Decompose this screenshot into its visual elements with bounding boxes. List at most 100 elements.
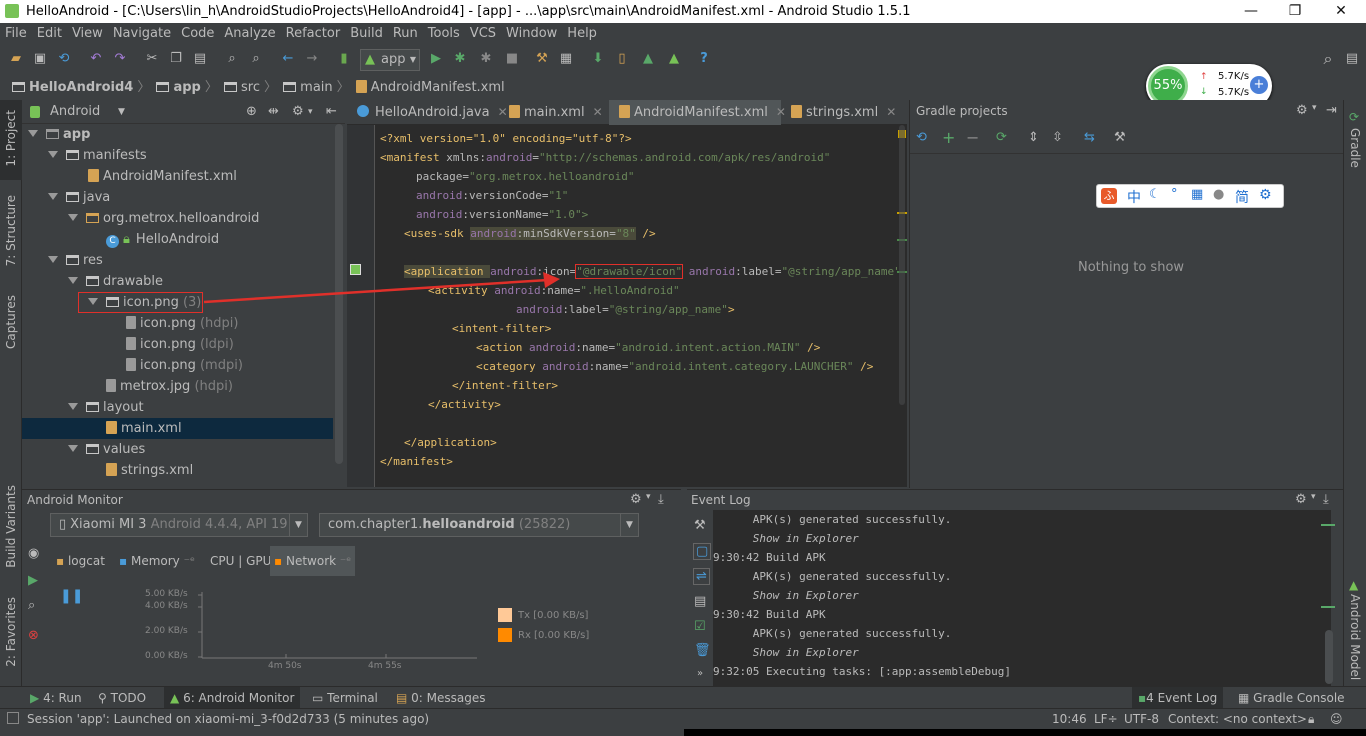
help-icon[interactable]: ? xyxy=(696,51,712,67)
forward-icon[interactable]: → xyxy=(304,51,320,67)
expand-arrow-icon[interactable] xyxy=(68,277,78,284)
menu-tools[interactable]: Tools xyxy=(423,23,465,45)
replace-icon[interactable]: ⌕ xyxy=(248,51,264,67)
tool-tab-captures[interactable]: Captures xyxy=(4,295,18,349)
settings-gear-icon[interactable]: ⚙ xyxy=(1295,492,1307,507)
collapse-all-icon[interactable]: ⇳ xyxy=(1052,130,1063,145)
expand-arrow-icon[interactable] xyxy=(68,445,78,452)
add-icon[interactable]: + xyxy=(942,128,955,147)
expand-arrow-icon[interactable] xyxy=(48,193,58,200)
tree-scrollbar[interactable] xyxy=(335,124,343,464)
menu-build[interactable]: Build xyxy=(345,23,388,45)
chevron-down-icon[interactable]: ▼ xyxy=(118,100,125,124)
tree-node-java[interactable]: java xyxy=(48,187,110,208)
gradle-sync-icon[interactable]: ⬇ xyxy=(590,51,606,67)
run-icon[interactable]: ▶ xyxy=(428,51,444,67)
close-tab-icon[interactable]: ✕ xyxy=(593,105,603,119)
ime-chinese-mode[interactable]: 中 xyxy=(1127,187,1141,207)
screen-record-icon[interactable]: ▶ xyxy=(28,573,38,588)
tool-tab-structure[interactable]: 7: Structure xyxy=(4,195,18,266)
tool-tab-android-model[interactable]: Android Model xyxy=(1348,594,1362,680)
menu-run[interactable]: Run xyxy=(388,23,423,45)
clear-all-icon[interactable]: 🗑︎ xyxy=(694,643,711,658)
tree-node-values[interactable]: values xyxy=(68,439,145,460)
expand-arrow-icon[interactable] xyxy=(68,403,78,410)
make-project-icon[interactable]: ▮ xyxy=(336,51,352,67)
menu-file[interactable]: File xyxy=(0,23,32,45)
layout-icon[interactable]: ▤ xyxy=(1344,51,1360,67)
terminate-app-icon[interactable]: ⊗ xyxy=(28,628,39,643)
tool-tab-messages[interactable]: ▤ 0: Messages xyxy=(396,687,486,709)
settings-gear-icon[interactable]: ⚙ xyxy=(630,492,642,507)
expand-arrow-icon[interactable] xyxy=(68,214,78,221)
editor-error-stripe[interactable] xyxy=(897,125,907,487)
hide-panel-icon[interactable]: ⤓ xyxy=(658,492,664,507)
moon-icon[interactable]: ☾ xyxy=(1149,187,1161,202)
restore-button[interactable]: ❐ xyxy=(1272,0,1318,23)
editor-gutter[interactable]: 💡︎ xyxy=(347,125,394,487)
chevron-down-icon[interactable]: ▾ xyxy=(646,492,651,502)
android-icon[interactable]: ▲ xyxy=(666,51,682,67)
collapse-all-icon[interactable]: ⇹ xyxy=(268,100,279,124)
soft-wrap-icon[interactable]: ⇌ xyxy=(693,568,710,585)
chevron-down-icon[interactable]: ▾ xyxy=(1311,492,1316,502)
back-icon[interactable]: ← xyxy=(280,51,296,67)
menu-edit[interactable]: Edit xyxy=(32,23,67,45)
show-in-explorer-link[interactable]: Show in Explorer xyxy=(713,643,859,662)
mark-read-icon[interactable]: ▢ xyxy=(693,543,712,560)
tree-node-icon-ldpi[interactable]: icon.png (ldpi) xyxy=(126,334,234,355)
tree-node-helloandroid-class[interactable]: C 🔒︎ HelloAndroid xyxy=(106,229,219,250)
tree-node-strings-xml[interactable]: strings.xml xyxy=(106,460,193,481)
hide-panel-icon[interactable]: ⤓ xyxy=(1323,492,1329,507)
menu-view[interactable]: View xyxy=(67,23,108,45)
plus-icon[interactable]: + xyxy=(1250,76,1268,94)
tool-windows-icon[interactable] xyxy=(7,712,19,724)
ime-toolbar[interactable]: ふ 中 ☾ ° ▦ ● 简 ⚙ xyxy=(1096,184,1284,208)
tree-node-metrox[interactable]: metrox.jpg (hdpi) xyxy=(106,376,233,397)
tree-node-package[interactable]: org.metrox.helloandroid xyxy=(68,208,259,229)
settings-gear-icon[interactable]: ⚙ xyxy=(1259,187,1272,203)
settings-gear-icon[interactable]: ⚙ xyxy=(292,100,304,124)
tab-main-xml[interactable]: main.xml ✕ xyxy=(499,100,609,125)
hide-panel-icon[interactable]: ⇥ xyxy=(1326,103,1337,118)
tool-tab-favorites[interactable]: 2: Favorites xyxy=(4,597,18,667)
execute-task-icon[interactable]: ⟳ xyxy=(996,130,1007,145)
link-icon[interactable]: ⇆ xyxy=(1084,130,1095,145)
expand-arrow-icon[interactable] xyxy=(48,256,58,263)
avd-manager-icon[interactable]: ▯ xyxy=(614,51,630,67)
tree-node-manifests[interactable]: manifests xyxy=(48,145,147,166)
tool-tab-terminal[interactable]: ▭ Terminal xyxy=(312,687,378,709)
refresh-icon[interactable]: ⟲ xyxy=(916,130,927,145)
system-info-icon[interactable]: ⌕ xyxy=(28,598,35,613)
user-icon[interactable]: ● xyxy=(1213,187,1224,202)
event-log-content[interactable]: APK(s) generated successfully. Show in E… xyxy=(713,510,1335,686)
open-folder-icon[interactable]: ▰ xyxy=(8,51,24,67)
close-tab-icon[interactable]: ✕ xyxy=(886,105,896,119)
code-editor[interactable]: <?xml version="1.0" encoding="utf-8"?> <… xyxy=(375,125,897,487)
paste-icon[interactable]: ▤ xyxy=(192,51,208,67)
tab-network[interactable]: ▪ Network ⁻ᵉ xyxy=(270,546,356,576)
stop-icon[interactable]: ■ xyxy=(504,51,520,67)
sync-icon[interactable]: ⟲ xyxy=(56,51,72,67)
chevron-down-icon[interactable]: ▾ xyxy=(308,100,313,124)
scroll-to-end-icon[interactable]: ▤ xyxy=(694,594,706,609)
project-structure-icon[interactable]: ⚒ xyxy=(534,51,550,67)
device-select[interactable]: ▯ Xiaomi MI 3 Android 4.4.4, API 19 ▼ xyxy=(50,513,308,537)
tool-tab-todo[interactable]: ⚲ TODO xyxy=(98,687,146,709)
minimize-button[interactable]: — xyxy=(1228,0,1274,23)
breadcrumb-src[interactable]: src xyxy=(222,76,264,100)
caret-position[interactable]: 10:46 xyxy=(1052,709,1087,729)
tree-node-icon-hdpi[interactable]: icon.png (hdpi) xyxy=(126,313,238,334)
settings-wrench-icon[interactable]: ⚒ xyxy=(694,518,706,533)
ime-simplified[interactable]: 简 xyxy=(1235,187,1249,207)
tab-androidmanifest-xml[interactable]: AndroidManifest.xml ✕ xyxy=(609,100,786,125)
breadcrumb-file[interactable]: AndroidManifest.xml xyxy=(354,76,509,100)
menu-vcs[interactable]: VCS xyxy=(465,23,501,45)
check-icon[interactable]: ☑ xyxy=(694,619,706,634)
tool-tab-android-monitor[interactable]: ▲ 6: Android Monitor xyxy=(164,687,301,709)
attach-debugger-icon[interactable]: ✱ xyxy=(478,51,494,67)
more-icon[interactable]: » xyxy=(697,668,703,679)
breadcrumb-main[interactable]: main xyxy=(281,76,336,100)
copy-icon[interactable]: ❐ xyxy=(168,51,184,67)
show-in-explorer-link[interactable]: Show in Explorer xyxy=(713,529,859,548)
